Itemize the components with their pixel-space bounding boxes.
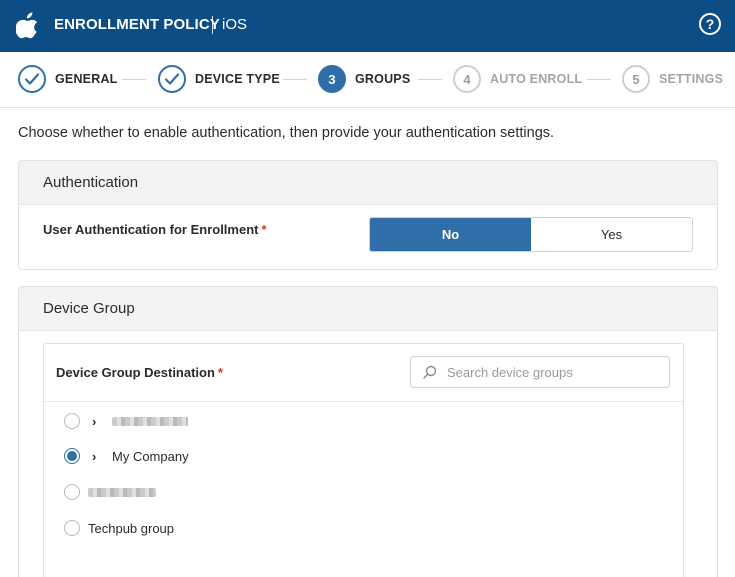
device-group-destination-label: Device Group Destination * <box>56 365 223 380</box>
tree-item-label: Techpub group <box>88 520 175 536</box>
tree-item-redacted-2[interactable] <box>64 481 156 503</box>
auth-yes-button[interactable]: Yes <box>531 218 692 251</box>
apple-logo-icon <box>16 12 38 39</box>
step-connector <box>122 79 146 80</box>
tree-item-radio[interactable] <box>64 520 80 536</box>
tree-item-techpub-group[interactable]: Techpub group <box>64 517 174 539</box>
tree-item-radio-selected[interactable] <box>64 448 80 464</box>
tree-item-my-company[interactable]: › My Company <box>64 445 189 467</box>
step-device-type-check-icon[interactable] <box>158 65 186 93</box>
authentication-panel-title: Authentication <box>19 161 717 205</box>
step-connector <box>418 79 442 80</box>
required-mark: * <box>261 222 267 237</box>
step-auto-enroll-number[interactable]: 4 <box>453 65 481 93</box>
step-general-check-icon[interactable] <box>18 65 46 93</box>
step-label-auto-enroll[interactable]: AUTO ENROLL <box>490 72 582 86</box>
user-auth-label-text: User Authentication for Enrollment <box>43 222 259 237</box>
step-label-general[interactable]: GENERAL <box>55 72 118 86</box>
tree-item-radio[interactable] <box>64 484 80 500</box>
app-header: ENROLLMENT POLICY iOS ? <box>0 0 735 52</box>
step-label-device-type[interactable]: DEVICE TYPE <box>195 72 280 86</box>
device-group-search[interactable] <box>410 356 670 388</box>
redacted-name <box>88 487 156 497</box>
device-group-tree-header: Device Group Destination * <box>44 344 683 402</box>
auth-no-button[interactable]: No <box>370 218 531 251</box>
redacted-name <box>112 416 188 426</box>
intro-text: Choose whether to enable authentication,… <box>18 125 555 141</box>
tree-item-radio[interactable] <box>64 413 80 429</box>
chevron-right-icon[interactable]: › <box>92 449 102 464</box>
step-label-settings[interactable]: SETTINGS <box>659 72 723 86</box>
user-auth-label: User Authentication for Enrollment * <box>43 222 267 237</box>
tree-item-label <box>112 414 188 429</box>
tree-item-label <box>88 485 156 500</box>
device-group-panel: Device Group Device Group Destination* ›… <box>18 286 718 577</box>
device-group-search-input[interactable] <box>447 357 657 387</box>
step-settings-number[interactable]: 5 <box>622 65 650 93</box>
tree-item-redacted-1[interactable]: › <box>64 410 188 432</box>
device-group-destination-text: Device Group Destination <box>56 365 215 380</box>
title-divider <box>212 16 213 34</box>
user-auth-toggle[interactable]: No Yes <box>369 217 693 252</box>
device-group-panel-title: Device Group <box>19 287 717 331</box>
help-icon[interactable]: ? <box>699 13 721 35</box>
page-title: ENROLLMENT POLICY <box>54 16 220 33</box>
step-connector <box>283 79 307 80</box>
search-icon <box>423 365 437 379</box>
required-mark: * <box>217 365 223 380</box>
device-group-tree-card: Device Group Destination* › › My Company <box>43 343 684 577</box>
step-connector <box>587 79 611 80</box>
step-groups-number[interactable]: 3 <box>318 65 346 93</box>
chevron-right-icon[interactable]: › <box>92 414 102 429</box>
platform-label: iOS <box>222 16 248 33</box>
tree-item-label: My Company <box>112 448 189 464</box>
step-label-groups[interactable]: GROUPS <box>355 72 410 86</box>
authentication-panel: Authentication User Authentication for E… <box>18 160 718 270</box>
wizard-stepper: GENERAL DEVICE TYPE 3 GROUPS 4 AUTO ENRO… <box>0 52 735 108</box>
